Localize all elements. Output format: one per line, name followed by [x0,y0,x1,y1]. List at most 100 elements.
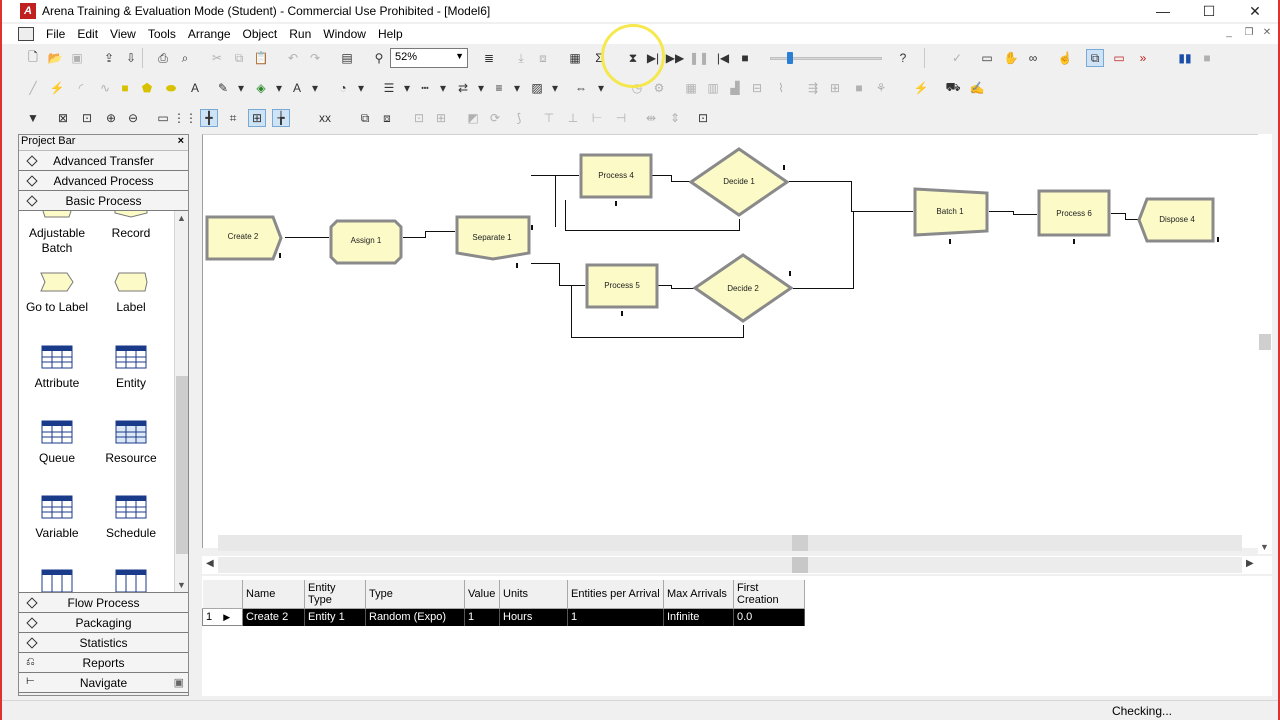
grid-icon[interactable]: ⋮⋮ [173,109,197,127]
exit-point[interactable] [1217,237,1219,242]
module-partial[interactable] [95,569,167,592]
more-chevron-icon[interactable]: » [1134,49,1152,67]
run-end-icon[interactable]: ■ [1198,49,1216,67]
layers-icon[interactable]: ≣ [480,49,498,67]
smart-connect-icon[interactable]: ⧈ [534,49,552,67]
close-button[interactable]: ✕ [1232,0,1278,22]
save-icon[interactable]: ▣ [68,49,86,67]
connector[interactable] [1111,213,1125,214]
x-guide-icon[interactable]: xx [316,109,334,127]
column-header[interactable]: Units [499,580,568,609]
module-variable[interactable]: Variable [21,495,93,541]
document-system-icon[interactable] [18,27,34,41]
polygon-icon[interactable]: ⬟ [138,79,156,97]
scroll-down-icon[interactable]: ▼ [177,580,186,590]
exit-point[interactable] [531,225,533,230]
cell-units[interactable]: Hours [499,608,568,626]
mdi-restore-button[interactable]: ❐ [1242,27,1256,41]
connector[interactable] [425,231,426,238]
new-file-icon[interactable]: 🗋 [24,49,42,67]
connector[interactable] [531,263,559,264]
flow-direction-icon[interactable]: ⇔ [572,79,590,97]
run-control-icon[interactable]: ▮▮ [1176,49,1194,67]
connector[interactable] [853,211,854,289]
display-icon[interactable]: ▭ [978,49,996,67]
connector[interactable] [559,285,585,286]
zoom-fit-icon[interactable]: ⊡ [78,109,96,127]
column-header[interactable]: Entity Type [304,580,366,609]
polyline-icon[interactable]: ⚡ [48,79,66,97]
space-across-icon[interactable]: ⇹ [642,109,660,127]
exit-point[interactable] [783,165,785,170]
line-width-icon[interactable]: ☰ [380,79,398,97]
cell-entities-per-arrival[interactable]: 1 [567,608,664,626]
plot-icon[interactable]: ⌇ [772,79,790,97]
scrollbar-thumb[interactable] [1259,334,1271,350]
table-row[interactable]: 1 ▶ Create 2 Entity 1 Random (Expo) 1 Ho… [202,608,805,626]
group-icon[interactable]: ⊡ [410,109,428,127]
queue-animate-icon[interactable]: ⊟ [748,79,766,97]
cell-value[interactable]: 1 [464,608,500,626]
print-icon[interactable]: ⎙ [154,49,172,67]
scrollbar-track[interactable] [218,557,1242,573]
scrollbar-thumb[interactable] [176,376,188,554]
histogram-icon[interactable]: ▟ [726,79,744,97]
text-icon[interactable]: A [186,79,204,97]
zoom-select[interactable]: 52% ▼ [390,48,468,68]
layers-view-icon[interactable]: ▭ [154,109,172,127]
resource-animate-icon[interactable]: ⇶ [804,79,822,97]
connector[interactable] [571,285,572,338]
panel-reports[interactable]: ⎌ Reports [19,653,188,673]
paste-icon[interactable]: 📋 [252,49,270,67]
connector[interactable] [851,181,852,211]
station-icon[interactable]: ⛟ [944,79,962,97]
connector[interactable] [739,219,740,231]
connector[interactable] [555,175,556,227]
fill-pattern-icon[interactable]: ▨ [528,79,546,97]
arc-icon[interactable]: ◜ [72,79,90,97]
connector[interactable] [555,175,579,176]
rotate-icon[interactable]: ⟳ [486,109,504,127]
menu-window[interactable]: Window [323,27,366,41]
bring-to-front-icon[interactable]: ⧉ [356,109,374,127]
panel-vertical-scrollbar[interactable]: ▲ ▼ [174,211,188,592]
line-pattern-dropdown-icon[interactable]: ▾ [508,79,526,97]
pan-hand-icon[interactable]: ✋ [1002,49,1020,67]
connector[interactable] [651,175,671,176]
fill-color-dropdown-icon[interactable]: ▾ [270,79,288,97]
menu-help[interactable]: Help [378,27,403,41]
cell-max-arrivals[interactable]: Infinite [663,608,734,626]
panel-basic-process[interactable]: Basic Process [19,191,188,211]
filter-icon[interactable]: ▼ [24,109,42,127]
background-dropdown-icon[interactable]: ▾ [352,79,370,97]
undo-icon[interactable]: ↶ [284,49,302,67]
module-resource[interactable]: Resource [95,420,167,466]
project-bar-close-icon[interactable]: × [178,135,184,147]
arrow-style-dropdown-icon[interactable]: ▾ [472,79,490,97]
lightning-icon[interactable]: ⚡ [912,79,930,97]
flip-icon[interactable]: ◩ [464,109,482,127]
connector[interactable] [851,211,913,212]
storage-icon[interactable]: ■ [850,79,868,97]
fill-color-icon[interactable]: ◈ [252,79,270,97]
menu-object[interactable]: Object [243,27,278,41]
line-pattern-icon[interactable]: ≡ [490,79,508,97]
speed-slider-thumb[interactable] [786,52,793,64]
guides-icon[interactable]: ╆ [272,109,290,127]
text-color-icon[interactable]: A [288,79,306,97]
menu-view[interactable]: View [110,27,136,41]
box-icon[interactable]: ■ [116,79,134,97]
space-down-icon[interactable]: ⇕ [666,109,684,127]
print-preview-icon[interactable]: ⌕ [176,49,194,67]
align-bottom-icon[interactable]: ⊥ [564,109,582,127]
exit-point[interactable] [279,253,281,258]
animate-connectors-icon[interactable]: ▦ [566,49,584,67]
align-right-icon[interactable]: ⊣ [612,109,630,127]
row-number-cell[interactable]: 1 ▶ [202,608,243,626]
zoom-in-icon[interactable]: ⊕ [102,109,120,127]
connector[interactable] [531,175,555,176]
menu-arrange[interactable]: Arrange [188,27,231,41]
cut-icon[interactable]: ✂ [208,49,226,67]
thumbnail-icon[interactable]: ▣ [174,676,184,689]
column-header[interactable]: Name [242,580,305,609]
